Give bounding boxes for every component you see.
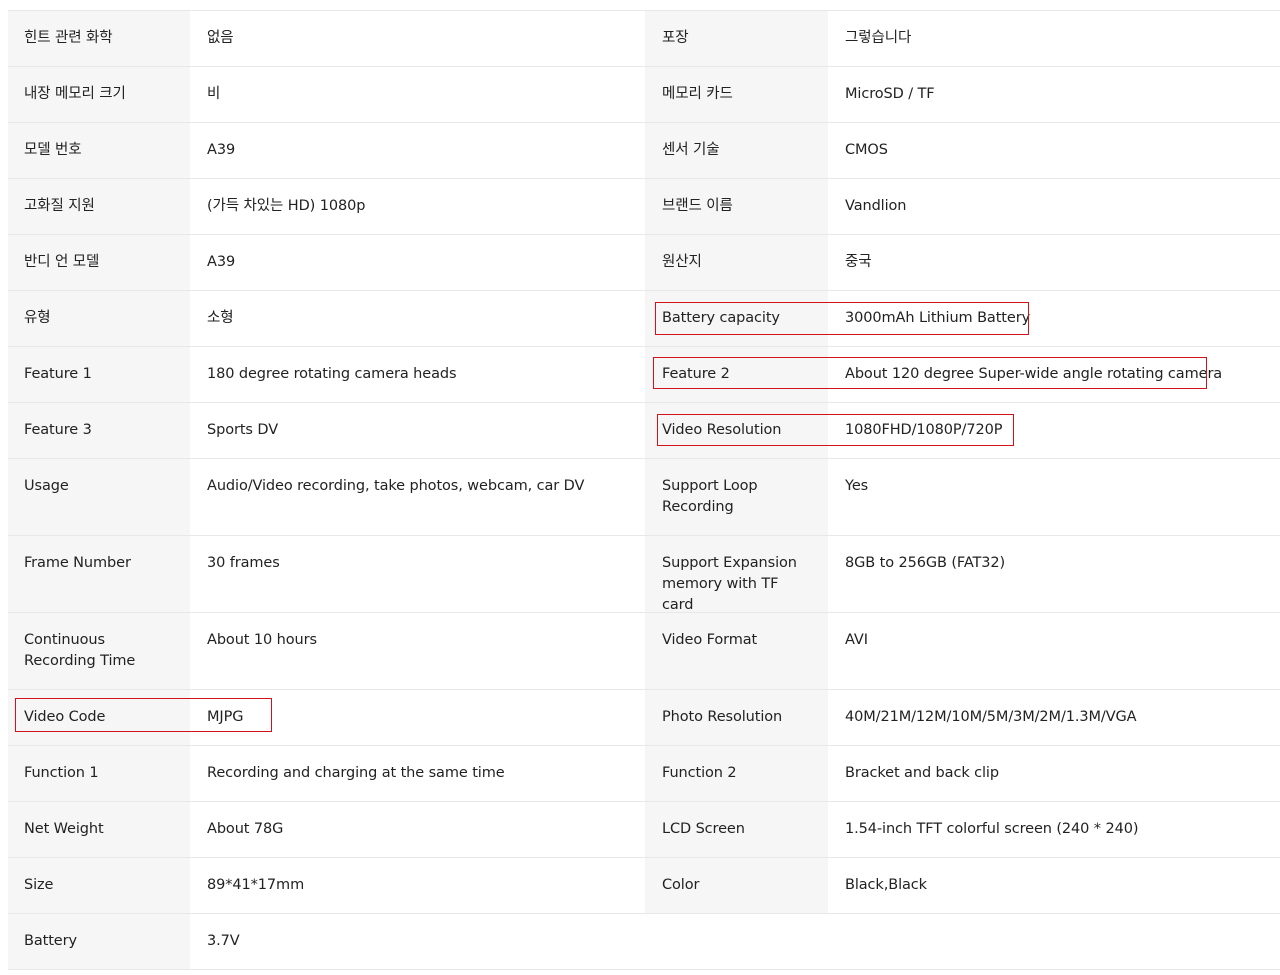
spec-value: 없음 xyxy=(190,11,645,66)
spec-row: Usage Audio/Video recording, take photos… xyxy=(8,459,1280,536)
spec-row: Video Code MJPG Photo Resolution 40M/21M… xyxy=(8,690,1280,746)
spec-value: 180 degree rotating camera heads xyxy=(190,347,645,402)
spec-key: Feature 3 xyxy=(8,403,190,458)
spec-row: Net Weight About 78G LCD Screen 1.54-inc… xyxy=(8,802,1280,858)
spec-key: Support Expansion memory with TF card xyxy=(645,536,828,613)
spec-key: Video Resolution xyxy=(645,403,828,458)
spec-key: 센서 기술 xyxy=(645,123,828,178)
spec-key: Size xyxy=(8,858,190,913)
spec-row: Battery 3.7V xyxy=(8,914,1280,970)
spec-key: Feature 1 xyxy=(8,347,190,402)
spec-key: Battery capacity xyxy=(645,291,828,346)
spec-key: Video Code xyxy=(8,690,190,745)
spec-value: 비 xyxy=(190,67,645,122)
spec-row: 유형 소형 Battery capacity 3000mAh Lithium B… xyxy=(8,291,1280,347)
spec-value: MicroSD / TF xyxy=(828,67,1280,122)
spec-row: 모델 번호 A39 센서 기술 CMOS xyxy=(8,123,1280,179)
spec-row: Frame Number 30 frames Support Expansion… xyxy=(8,536,1280,613)
spec-value: Recording and charging at the same time xyxy=(190,746,645,801)
spec-value: 3.7V xyxy=(190,914,645,969)
spec-value: Black,Black xyxy=(828,858,1280,913)
spec-value: 그렇습니다 xyxy=(828,11,1280,66)
spec-key: 유형 xyxy=(8,291,190,346)
spec-value: Bracket and back clip xyxy=(828,746,1280,801)
spec-value: 40M/21M/12M/10M/5M/3M/2M/1.3M/VGA xyxy=(828,690,1280,745)
spec-key: 브랜드 이름 xyxy=(645,179,828,234)
spec-key: 포장 xyxy=(645,11,828,66)
spec-key: Photo Resolution xyxy=(645,690,828,745)
spec-value-empty xyxy=(828,914,1280,969)
spec-key: 고화질 지원 xyxy=(8,179,190,234)
spec-value: About 78G xyxy=(190,802,645,857)
spec-key: 모델 번호 xyxy=(8,123,190,178)
spec-value: MJPG xyxy=(190,690,645,745)
spec-value: About 120 degree Super-wide angle rotati… xyxy=(828,347,1280,402)
spec-key: Battery xyxy=(8,914,190,969)
spec-value: Audio/Video recording, take photos, webc… xyxy=(190,459,645,535)
spec-key: Frame Number xyxy=(8,536,190,612)
spec-key: Video Format xyxy=(645,613,828,689)
spec-key: LCD Screen xyxy=(645,802,828,857)
spec-row: 내장 메모리 크기 비 메모리 카드 MicroSD / TF xyxy=(8,67,1280,123)
spec-value: A39 xyxy=(190,235,645,290)
spec-key: Function 2 xyxy=(645,746,828,801)
spec-value: 30 frames xyxy=(190,536,645,612)
spec-value: 89*41*17mm xyxy=(190,858,645,913)
spec-table: 힌트 관련 화학 없음 포장 그렇습니다 내장 메모리 크기 비 메모리 카드 … xyxy=(8,10,1280,970)
spec-key: Net Weight xyxy=(8,802,190,857)
spec-value: A39 xyxy=(190,123,645,178)
spec-value: Yes xyxy=(828,459,1280,535)
spec-value: Vandlion xyxy=(828,179,1280,234)
spec-value: CMOS xyxy=(828,123,1280,178)
spec-row: Size 89*41*17mm Color Black,Black xyxy=(8,858,1280,914)
spec-key: Function 1 xyxy=(8,746,190,801)
spec-value: 1.54-inch TFT colorful screen (240 * 240… xyxy=(828,802,1280,857)
spec-key: 힌트 관련 화학 xyxy=(8,11,190,66)
spec-value: 1080FHD/1080P/720P xyxy=(828,403,1280,458)
spec-key: 내장 메모리 크기 xyxy=(8,67,190,122)
spec-row: Continuous Recording Time About 10 hours… xyxy=(8,613,1280,690)
spec-key: Feature 2 xyxy=(645,347,828,402)
spec-value: 8GB to 256GB (FAT32) xyxy=(828,536,1280,612)
spec-key: Support Loop Recording xyxy=(645,459,828,535)
spec-value: (가득 차있는 HD) 1080p xyxy=(190,179,645,234)
spec-value: Sports DV xyxy=(190,403,645,458)
spec-row: 고화질 지원 (가득 차있는 HD) 1080p 브랜드 이름 Vandlion xyxy=(8,179,1280,235)
spec-key: 원산지 xyxy=(645,235,828,290)
spec-key-empty xyxy=(645,914,828,969)
spec-row: 반디 언 모델 A39 원산지 중국 xyxy=(8,235,1280,291)
spec-key: Color xyxy=(645,858,828,913)
spec-key: Continuous Recording Time xyxy=(8,613,190,689)
spec-value: AVI xyxy=(828,613,1280,689)
spec-key: 반디 언 모델 xyxy=(8,235,190,290)
spec-value: 소형 xyxy=(190,291,645,346)
spec-key: Usage xyxy=(8,459,190,535)
spec-value: 3000mAh Lithium Battery xyxy=(828,291,1280,346)
spec-row: Feature 3 Sports DV Video Resolution 108… xyxy=(8,403,1280,459)
spec-value: 중국 xyxy=(828,235,1280,290)
spec-row: Function 1 Recording and charging at the… xyxy=(8,746,1280,802)
spec-value: About 10 hours xyxy=(190,613,645,689)
spec-row: Feature 1 180 degree rotating camera hea… xyxy=(8,347,1280,403)
spec-key: 메모리 카드 xyxy=(645,67,828,122)
spec-row: 힌트 관련 화학 없음 포장 그렇습니다 xyxy=(8,11,1280,67)
